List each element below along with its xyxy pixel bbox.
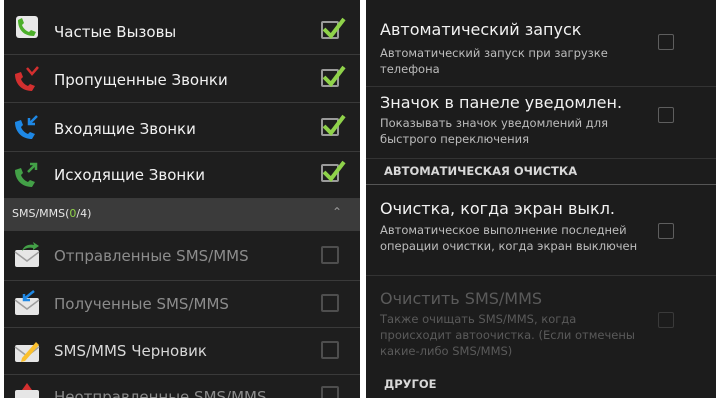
- list-item-frequent-calls[interactable]: Частые Вызовы: [4, 0, 360, 55]
- sms-section-header[interactable]: SMS/MMS(0/4) ⌃: [4, 199, 360, 231]
- history-list-panel: Частые Вызовы Пропущенные Звонки Входящи…: [4, 0, 360, 398]
- list-item-label: Пропущенные Звонки: [54, 71, 228, 89]
- setting-title: Очистка, когда экран выкл.: [380, 199, 616, 218]
- list-item-label: Неотправленные SMS/MMS: [54, 388, 267, 398]
- outgoing-call-icon: [15, 162, 38, 187]
- draft-sms-icon: [14, 342, 40, 362]
- list-item-label: SMS/MMS Черновик: [54, 342, 207, 360]
- received-sms-icon: [14, 290, 40, 315]
- checkbox-frequent-calls[interactable]: [321, 17, 346, 40]
- checkbox-incoming-calls[interactable]: [321, 114, 346, 137]
- settings-panel: Автоматический запуск Автоматический зап…: [366, 0, 716, 398]
- list-item-incoming-calls[interactable]: Входящие Звонки: [4, 103, 360, 152]
- list-item-outgoing-calls[interactable]: Исходящие Звонки: [4, 152, 360, 199]
- checkbox-notification-icon[interactable]: [658, 107, 674, 123]
- checkmark-icon: [322, 114, 346, 137]
- setting-clean-sms: Очистить SMS/MMS Также очищать SMS/MMS, …: [366, 276, 716, 366]
- auto-clean-section-header: АВТОМАТИЧЕСКАЯ ОЧИСТКА: [366, 159, 716, 185]
- setting-notification-icon[interactable]: Значок в панеле уведомлен. Показывать зн…: [366, 87, 716, 159]
- list-item-label: Частые Вызовы: [54, 23, 177, 41]
- missed-call-icon: [15, 66, 39, 91]
- section-title: АВТОМАТИЧЕСКАЯ ОЧИСТКА: [384, 164, 578, 178]
- unsent-sms-icon: [15, 383, 39, 398]
- setting-clean-screen-off[interactable]: Очистка, когда экран выкл. Автоматическо…: [366, 185, 716, 276]
- other-section-header: ДРУГОЕ: [366, 367, 716, 398]
- checkbox-received-sms[interactable]: [321, 294, 339, 312]
- setting-title: Значок в панеле уведомлен.: [380, 93, 623, 112]
- chevron-up-icon[interactable]: ⌃: [332, 205, 342, 219]
- list-item-label: Исходящие Звонки: [54, 166, 206, 184]
- list-item-sent-sms[interactable]: Отправленные SMS/MMS: [4, 232, 360, 281]
- list-item-missed-calls[interactable]: Пропущенные Звонки: [4, 55, 360, 103]
- checkmark-icon: [322, 160, 346, 183]
- list-item-label: Отправленные SMS/MMS: [54, 247, 249, 265]
- section-title: ДРУГОЕ: [384, 377, 437, 391]
- checkbox-clean-sms: [658, 312, 674, 328]
- checkbox-auto-start[interactable]: [658, 34, 674, 50]
- setting-summary: Показывать значок уведомлений для быстро…: [380, 116, 609, 146]
- sent-sms-icon: [14, 242, 40, 267]
- checkmark-icon: [322, 17, 346, 40]
- list-item-label: Входящие Звонки: [54, 120, 196, 138]
- setting-summary: Также очищать SMS/MMS, когда происходит …: [380, 312, 635, 358]
- frequent-calls-icon: [16, 16, 38, 38]
- setting-summary: Автоматическое выполнение последней опер…: [380, 223, 638, 253]
- list-item-label: Полученные SMS/MMS: [54, 295, 229, 313]
- list-item-unsent-sms[interactable]: Неотправленные SMS/MMS: [4, 375, 360, 398]
- section-title: SMS/MMS(0/4): [12, 207, 92, 220]
- list-item-draft-sms[interactable]: SMS/MMS Черновик: [4, 328, 360, 375]
- checkbox-missed-calls[interactable]: [321, 65, 346, 88]
- setting-title: Очистить SMS/MMS: [380, 289, 543, 308]
- list-item-received-sms[interactable]: Полученные SMS/MMS: [4, 281, 360, 328]
- setting-title: Автоматический запуск: [380, 20, 582, 39]
- setting-auto-start[interactable]: Автоматический запуск Автоматический зап…: [366, 0, 716, 87]
- checkbox-clean-screen-off[interactable]: [658, 223, 674, 239]
- setting-summary: Автоматический запуск при загрузке телеф…: [380, 46, 608, 76]
- checkbox-draft-sms[interactable]: [321, 341, 339, 359]
- checkbox-unsent-sms[interactable]: [321, 386, 339, 398]
- checkmark-icon: [322, 65, 346, 88]
- checkbox-sent-sms[interactable]: [321, 246, 339, 264]
- incoming-call-icon: [15, 115, 38, 139]
- checkbox-outgoing-calls[interactable]: [321, 160, 346, 183]
